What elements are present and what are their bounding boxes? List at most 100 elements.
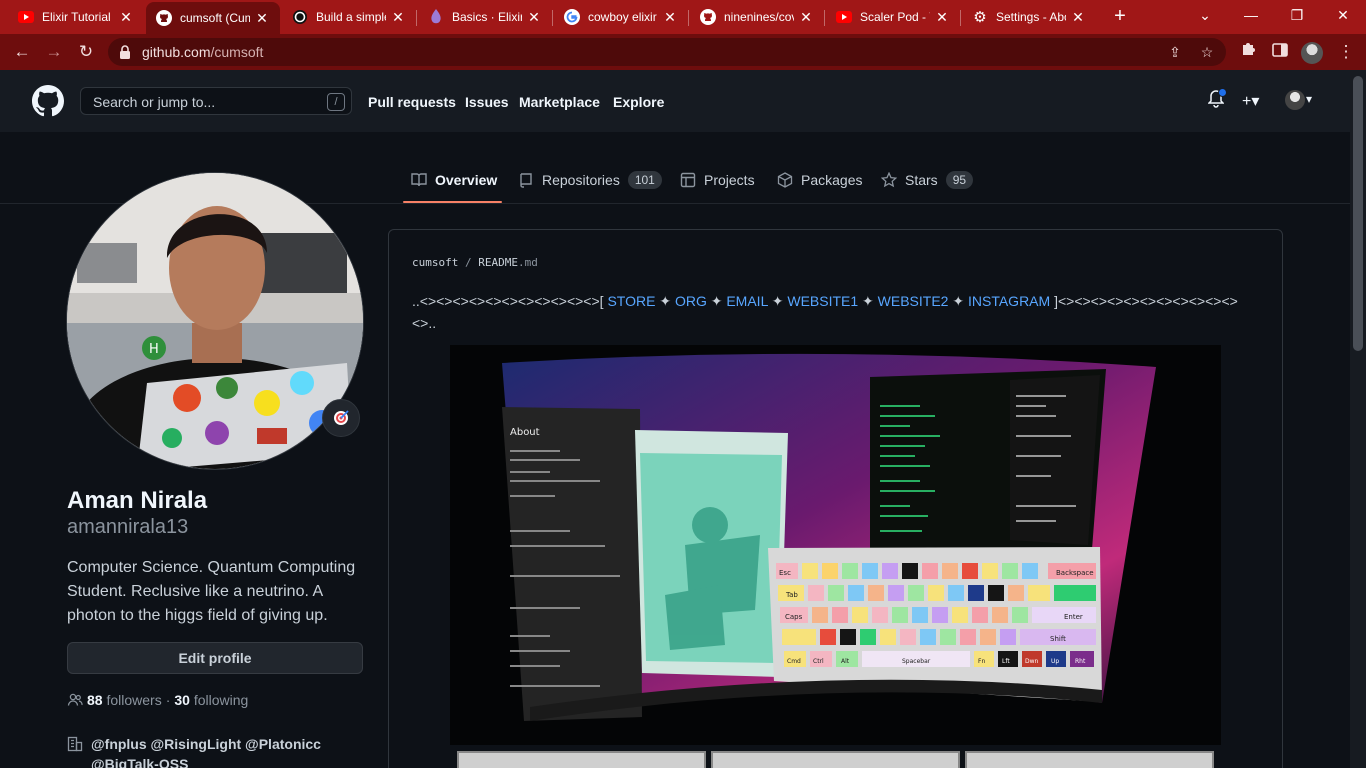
page-scrollbar[interactable] (1350, 70, 1366, 768)
new-tab-button[interactable]: + (1108, 4, 1132, 28)
browser-tab[interactable]: Elixir Tutorial ✕ (8, 0, 144, 34)
status-emoji-button[interactable] (322, 399, 360, 437)
website1-link[interactable]: WEBSITE1 (787, 293, 858, 309)
close-window-button[interactable]: ✕ (1320, 0, 1366, 30)
readme-image-thumbnail[interactable] (457, 751, 706, 768)
caps-key-label: Caps (785, 613, 803, 621)
url-text: github.com/cumsoft (142, 44, 264, 60)
side-panel-icon[interactable] (1268, 40, 1292, 64)
tab-overview[interactable]: Overview (411, 168, 497, 192)
path-separator: / (464, 256, 472, 269)
nav-pull-requests[interactable]: Pull requests (368, 94, 456, 110)
browser-tab[interactable]: Basics · Elixir S ✕ (418, 0, 552, 34)
github-logo-icon[interactable] (32, 85, 64, 117)
organization-icon (67, 736, 83, 752)
website2-link[interactable]: WEBSITE2 (878, 293, 949, 309)
create-new-plus-icon[interactable]: +▾ (1242, 91, 1259, 111)
org-link[interactable]: ORG (675, 293, 707, 309)
nav-explore[interactable]: Explore (613, 94, 664, 110)
tab-search-chevron-icon[interactable]: ⌄ (1182, 0, 1228, 30)
browser-tab[interactable]: ninenines/cov ✕ (690, 0, 824, 34)
close-icon[interactable]: ✕ (390, 9, 406, 26)
tab-title: Elixir Tutorial (42, 10, 111, 24)
close-icon[interactable]: ✕ (254, 10, 270, 27)
share-icon[interactable]: ⇪ (1166, 43, 1184, 61)
minimize-button[interactable]: — (1228, 0, 1274, 30)
address-bar[interactable]: github.com/cumsoft ⇪ ☆ (108, 38, 1226, 66)
readme-decoration: ]<><><><><><><><><><><> (1054, 293, 1238, 309)
close-icon[interactable]: ✕ (798, 9, 814, 26)
scrollbar-thumb[interactable] (1353, 76, 1363, 351)
store-link[interactable]: STORE (607, 293, 655, 309)
restore-button[interactable]: ❐ (1274, 0, 1320, 30)
stars-count-badge: 95 (945, 171, 974, 189)
browser-tab[interactable]: cowboy elixir ✕ (554, 0, 688, 34)
following-link[interactable]: 30 following (174, 692, 248, 708)
backspace-key-label: Backspace (1056, 569, 1094, 577)
user-avatar[interactable] (1285, 90, 1305, 110)
nav-marketplace[interactable]: Marketplace (519, 94, 600, 110)
browser-tab-strip: Elixir Tutorial ✕ cumsoft (Cum ✕ Build a… (0, 0, 1366, 34)
browser-tab-active[interactable]: cumsoft (Cum ✕ (146, 2, 280, 34)
organizations-line[interactable]: @fnplus @RisingLight @Platonicc (91, 734, 321, 754)
esc-key-label: Esc (779, 569, 791, 577)
profile-avatar[interactable]: H (66, 172, 364, 470)
back-arrow-icon[interactable]: ← (10, 40, 34, 64)
readme-image-thumbnail[interactable] (965, 751, 1214, 768)
active-tab-underline (403, 201, 502, 203)
edit-profile-button[interactable]: Edit profile (67, 642, 363, 674)
tab-title: cumsoft (Cum (180, 11, 250, 25)
repositories-count-badge: 101 (627, 171, 662, 189)
desktop-screenshot-graphic: About Esc Backspace Tab Caps Enter Shift… (450, 345, 1221, 745)
close-icon[interactable]: ✕ (526, 9, 542, 26)
readme-desktop-screenshot: About Esc Backspace Tab Caps Enter Shift… (450, 345, 1221, 745)
extensions-puzzle-icon[interactable] (1236, 40, 1260, 64)
tab-repositories[interactable]: Repositories 101 (518, 168, 662, 192)
readme-image-thumbnail[interactable] (711, 751, 960, 768)
followers-link[interactable]: 88 followers (87, 692, 162, 708)
organizations-line[interactable]: @BigTalk-OSS (91, 754, 321, 768)
email-link[interactable]: EMAIL (726, 293, 768, 309)
browser-tab[interactable]: Build a simple ✕ (282, 0, 416, 34)
bookmark-star-icon[interactable]: ☆ (1198, 43, 1216, 61)
browser-profile-avatar[interactable] (1301, 42, 1323, 64)
instagram-link[interactable]: INSTAGRAM (968, 293, 1050, 309)
tab-title: Basics · Elixir S (452, 10, 522, 24)
github-icon (156, 10, 172, 26)
repo-icon (520, 173, 532, 188)
readme-owner-link[interactable]: cumsoft (412, 256, 458, 269)
enter-key-label: Enter (1064, 613, 1083, 621)
right-key-label: Rht (1075, 658, 1086, 665)
tab-projects[interactable]: Projects (680, 168, 755, 192)
close-icon[interactable]: ✕ (1070, 9, 1086, 26)
profile-bio: Computer Science. Quantum Computing Stud… (67, 559, 356, 624)
people-icon (67, 693, 83, 706)
close-icon[interactable]: ✕ (934, 9, 950, 26)
target-icon (334, 410, 349, 425)
chevron-down-icon[interactable]: ▾ (1306, 92, 1312, 106)
nav-issues[interactable]: Issues (465, 94, 509, 110)
gear-icon: ⚙ (973, 9, 987, 26)
browser-tab[interactable]: Scaler Pod - Y ✕ (826, 0, 960, 34)
search-input[interactable]: Search or jump to... / (80, 87, 352, 115)
close-icon[interactable]: ✕ (662, 9, 678, 26)
fn-key-label: Fn (978, 658, 985, 665)
forward-arrow-icon[interactable]: → (42, 40, 66, 64)
spacebar-key-label: Spacebar (902, 658, 931, 665)
github-header: Search or jump to... / Pull requests Iss… (0, 70, 1350, 132)
link-separator: ✦ (659, 293, 672, 309)
up-key-label: Up (1051, 658, 1059, 665)
alt-key-label: Alt (841, 658, 850, 665)
readme-links-line: ..<><><><><><><><><><><>[ STORE ✦ ORG ✦ … (412, 290, 1252, 334)
tab-label: Overview (435, 172, 498, 188)
reload-icon[interactable]: ↻ (74, 40, 98, 64)
tab-label: Stars (905, 172, 938, 188)
down-key-label: Dwn (1025, 658, 1039, 665)
close-icon[interactable]: ✕ (118, 9, 134, 26)
readme-extension: .md (517, 256, 538, 269)
separator-dot: · (165, 692, 171, 708)
more-menu-icon[interactable]: ⋮ (1334, 40, 1358, 64)
browser-tab[interactable]: ⚙ Settings - Abo ✕ (962, 0, 1096, 34)
tab-packages[interactable]: Packages (777, 168, 862, 192)
tab-stars[interactable]: Stars 95 (881, 168, 974, 192)
